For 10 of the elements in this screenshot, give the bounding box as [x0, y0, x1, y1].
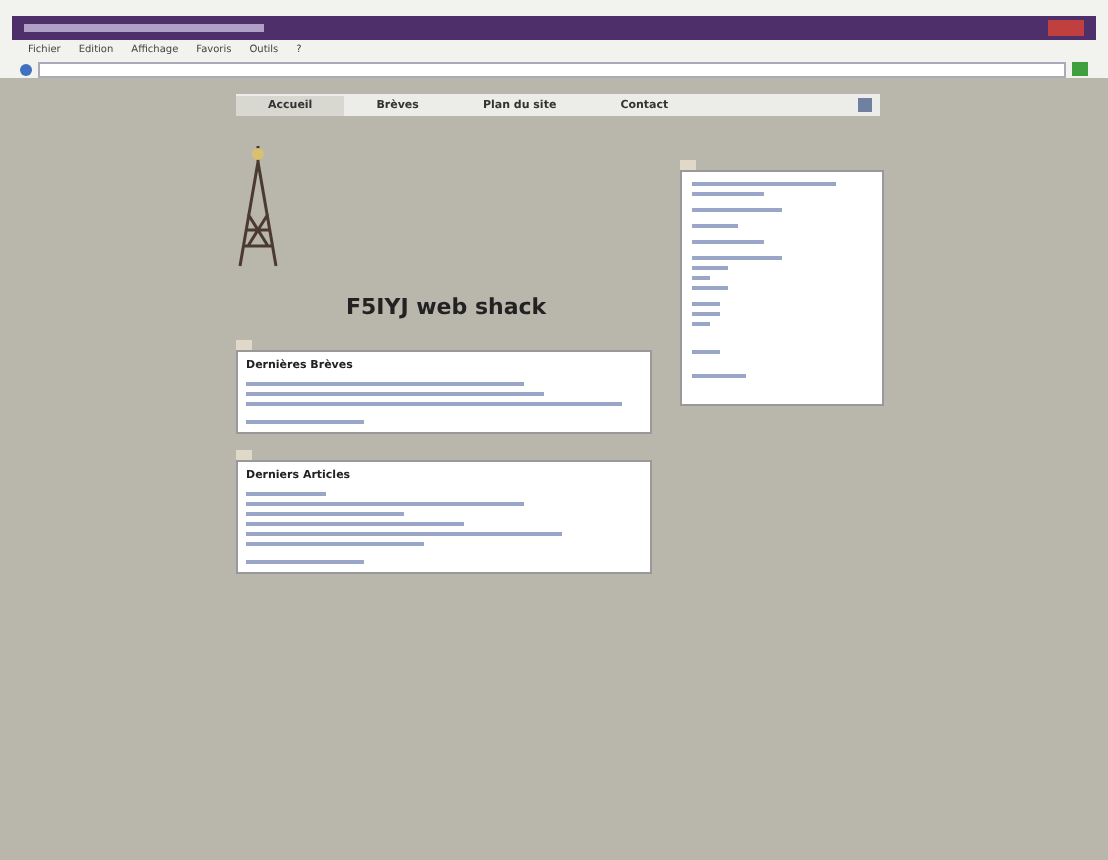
illegible-link[interactable] — [692, 374, 746, 378]
illegible-link[interactable] — [246, 560, 365, 564]
menu-icon[interactable] — [858, 98, 872, 112]
page-icon — [20, 63, 32, 75]
antenna-tower-icon — [236, 146, 280, 270]
site-title: F5IYJ web shack — [346, 294, 549, 320]
address-field[interactable] — [38, 61, 1066, 77]
go-icon[interactable] — [1072, 62, 1088, 76]
illegible-link[interactable] — [246, 420, 365, 424]
window-controls-icon[interactable] — [1048, 20, 1084, 36]
